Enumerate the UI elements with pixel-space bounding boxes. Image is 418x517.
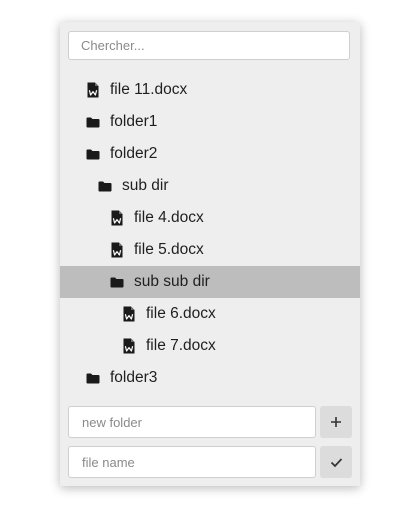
folder-icon [84,117,102,128]
folder-icon [84,149,102,160]
new-folder-input[interactable] [68,406,316,438]
check-icon [330,457,342,467]
tree-file-item[interactable]: file 11.docx [60,74,360,106]
tree-file-item[interactable]: file 6.docx [60,298,360,330]
word-file-icon [120,338,138,354]
tree-item-label: sub sub dir [134,273,210,290]
file-tree: file 11.docx folder1 folder2 sub dir file 4.… [60,74,360,394]
tree-folder-item[interactable]: folder1 [60,106,360,138]
folder-icon [108,277,126,288]
word-file-icon [108,210,126,226]
tree-item-label: folder2 [110,145,158,162]
tree-file-item[interactable]: file 7.docx [60,330,360,362]
tree-item-label: folder3 [110,369,158,386]
file-name-form [68,446,352,478]
word-file-icon [84,82,102,98]
folder-icon [96,181,114,192]
file-browser-panel: file 11.docx folder1 folder2 sub dir file 4.… [60,22,360,486]
tree-item-label: file 11.docx [110,81,188,98]
word-file-icon [108,242,126,258]
tree-item-label: file 7.docx [146,337,216,354]
tree-folder-item[interactable]: folder3 [60,362,360,394]
tree-folder-item[interactable]: sub sub dir [60,266,360,298]
tree-file-item[interactable]: file 5.docx [60,234,360,266]
tree-file-item[interactable]: file 4.docx [60,202,360,234]
tree-folder-item[interactable]: folder2 [60,138,360,170]
folder-icon [84,373,102,384]
add-folder-button[interactable] [320,406,352,438]
tree-item-label: file 5.docx [134,241,204,258]
tree-item-label: folder1 [110,113,158,130]
file-name-input[interactable] [68,446,316,478]
word-file-icon [120,306,138,322]
tree-item-label: sub dir [122,177,169,194]
tree-item-label: file 4.docx [134,209,204,226]
plus-icon [331,417,341,427]
tree-item-label: file 6.docx [146,305,216,322]
tree-folder-item[interactable]: sub dir [60,170,360,202]
new-folder-form [68,406,352,438]
confirm-file-button[interactable] [320,446,352,478]
search-input[interactable] [68,31,350,60]
